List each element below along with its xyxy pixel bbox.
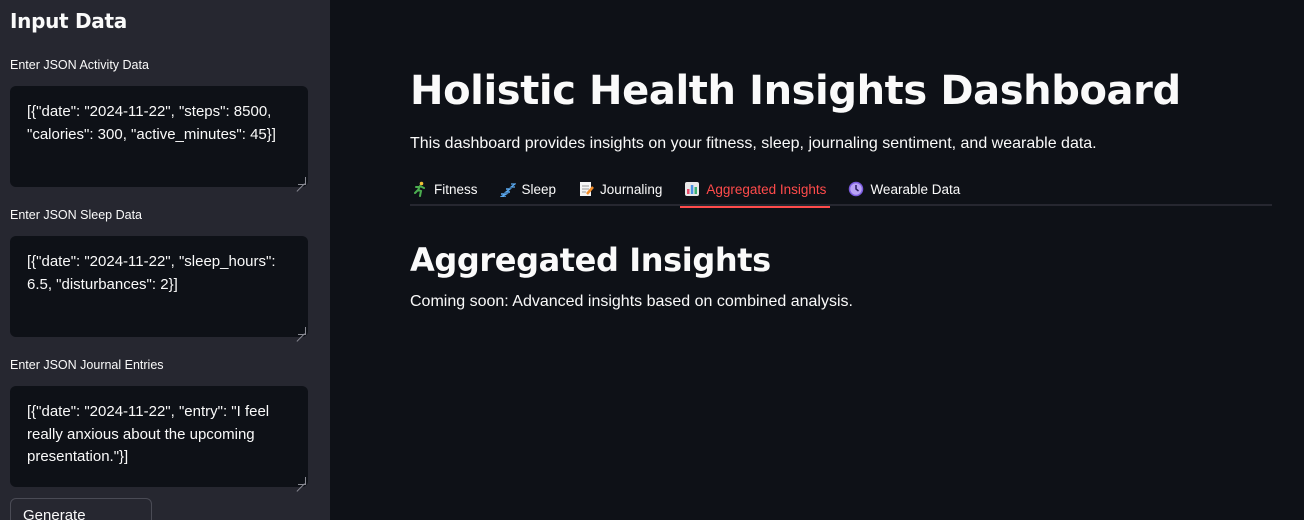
sidebar: Input Data Enter JSON Activity Data [{"d…	[0, 0, 330, 520]
tab-aggregated-insights-label: Aggregated Insights	[706, 181, 827, 197]
sleep-icon	[497, 181, 517, 198]
tab-fitness[interactable]: Fitness	[410, 172, 480, 206]
memo-icon	[578, 181, 594, 197]
tab-journaling-label: Journaling	[600, 181, 663, 197]
page-description: This dashboard provides insights on your…	[410, 135, 1097, 152]
watch-icon	[848, 181, 864, 197]
journal-entries-value: [{"date": "2024-11-22", "entry": "I feel…	[27, 403, 270, 465]
tab-bar: Fitness Sleep Journaling Aggregated Insi…	[410, 172, 1272, 208]
generate-insights-button[interactable]: Generate Insights	[10, 498, 152, 520]
sidebar-title: Input Data	[10, 9, 127, 33]
tab-sleep-label: Sleep	[521, 181, 557, 197]
tab-wearable-data[interactable]: Wearable Data	[846, 172, 962, 206]
bar-chart-icon	[684, 181, 700, 197]
page-title: Holistic Health Insights Dashboard	[410, 68, 1181, 114]
tab-aggregated-insights[interactable]: Aggregated Insights	[680, 172, 831, 208]
activity-data-value: [{"date": "2024-11-22", "steps": 8500, "…	[27, 103, 276, 143]
section-text: Coming soon: Advanced insights based on …	[410, 293, 853, 310]
tab-wearable-data-label: Wearable Data	[870, 181, 961, 197]
section-title: Aggregated Insights	[410, 241, 771, 279]
resize-grip-icon[interactable]	[298, 177, 306, 185]
activity-data-label: Enter JSON Activity Data	[10, 58, 149, 72]
sleep-data-input[interactable]: [{"date": "2024-11-22", "sleep_hours": 6…	[10, 236, 308, 337]
journal-entries-input[interactable]: [{"date": "2024-11-22", "entry": "I feel…	[10, 386, 308, 487]
sleep-data-value: [{"date": "2024-11-22", "sleep_hours": 6…	[27, 253, 276, 293]
journal-entries-label: Enter JSON Journal Entries	[10, 358, 164, 372]
tab-journaling[interactable]: Journaling	[576, 172, 664, 206]
tab-sleep[interactable]: Sleep	[497, 172, 559, 206]
activity-data-input[interactable]: [{"date": "2024-11-22", "steps": 8500, "…	[10, 86, 308, 187]
runner-icon	[412, 181, 428, 197]
resize-grip-icon[interactable]	[298, 327, 306, 335]
sleep-data-label: Enter JSON Sleep Data	[10, 208, 143, 222]
main-content: Holistic Health Insights Dashboard This …	[410, 0, 1272, 312]
tab-fitness-label: Fitness	[434, 181, 478, 197]
resize-grip-icon[interactable]	[298, 477, 306, 485]
